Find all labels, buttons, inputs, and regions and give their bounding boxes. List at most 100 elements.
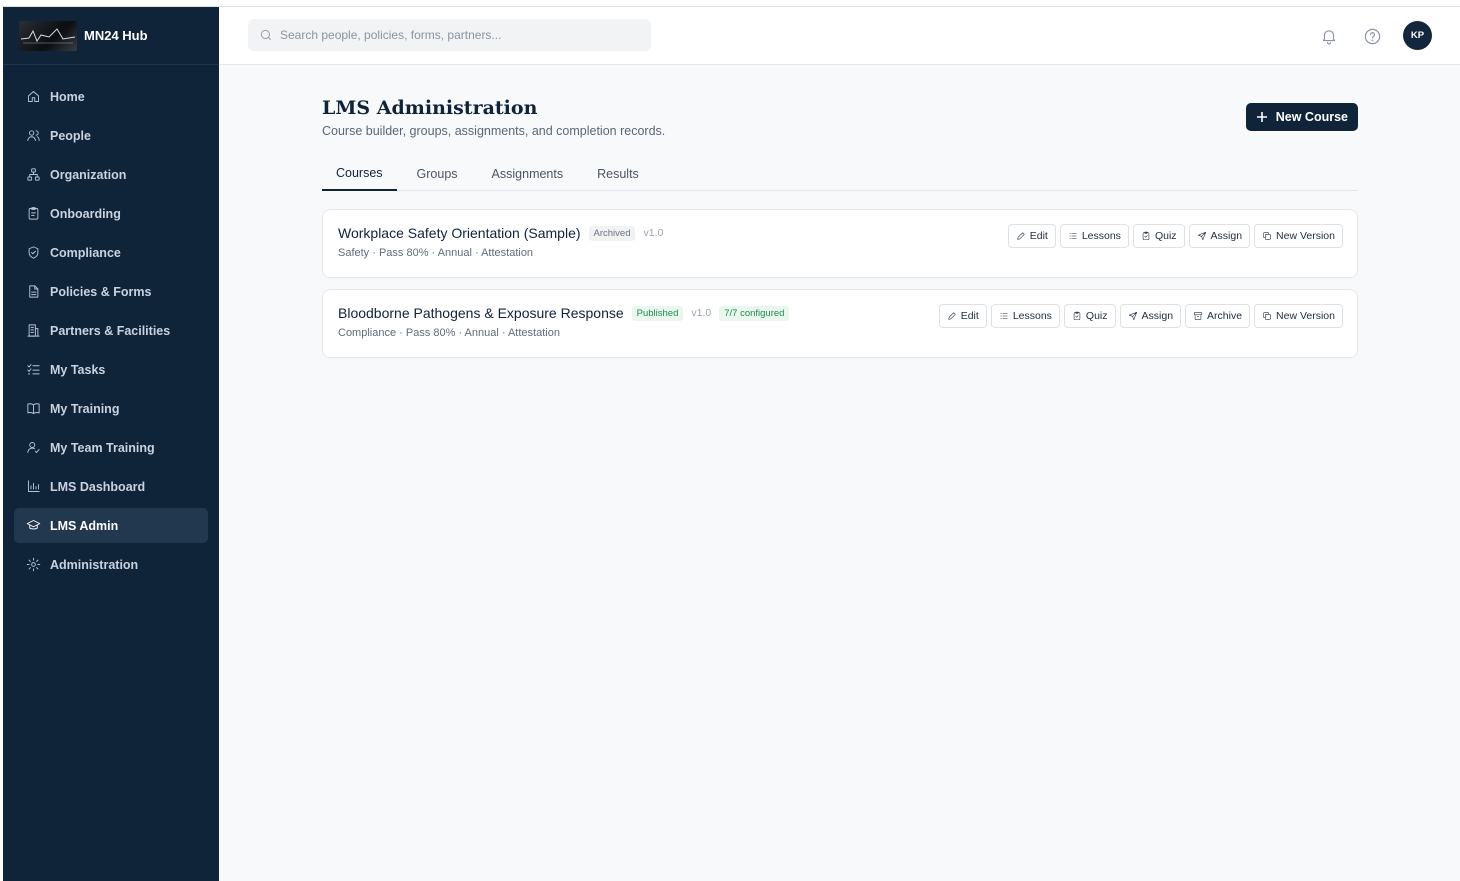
archive-icon	[1193, 312, 1203, 320]
sidebar-nav: Home People Organization Onboarding Complian…	[3, 65, 219, 582]
sidebar-item-my-tasks[interactable]: My Tasks	[14, 352, 208, 387]
brand[interactable]: MN24 Hub	[3, 7, 219, 65]
sidebar-item-label: Home	[50, 89, 85, 104]
home-icon	[25, 89, 41, 105]
action-label: New Version	[1276, 310, 1335, 322]
sidebar-item-lms-admin[interactable]: LMS Admin	[14, 508, 208, 543]
app-window: MN24 Hub Home People Organization Onboardin…	[3, 6, 1460, 881]
plus-icon	[1256, 112, 1267, 122]
sidebar: MN24 Hub Home People Organization Onboardin…	[3, 7, 219, 881]
quiz-button[interactable]: Quiz	[1132, 224, 1185, 248]
lessons-button[interactable]: Lessons	[990, 304, 1060, 328]
list-icon	[1069, 233, 1077, 239]
notifications-button[interactable]	[1319, 26, 1339, 46]
course-actions: Edit Lessons Quiz Assign New Version	[1004, 224, 1343, 248]
shield-icon	[25, 245, 41, 261]
sidebar-item-home[interactable]: Home	[14, 79, 208, 114]
search-box[interactable]	[248, 19, 651, 51]
sidebar-item-label: Partners & Facilities	[50, 323, 171, 338]
action-label: New Version	[1276, 230, 1335, 242]
assign-button[interactable]: Assign	[1188, 224, 1251, 248]
course-title[interactable]: Workplace Safety Orientation (Sample)	[338, 225, 581, 241]
archive-button[interactable]: Archive	[1185, 304, 1251, 328]
course-title-row: Bloodborne Pathogens & Exposure Response…	[338, 305, 790, 321]
sidebar-item-label: My Training	[50, 401, 120, 416]
action-label: Assign	[1141, 310, 1174, 322]
checklist-icon	[25, 362, 41, 378]
action-label: Quiz	[1154, 230, 1177, 242]
lessons-button[interactable]: Lessons	[1059, 224, 1129, 248]
page-title: LMS Administration	[322, 97, 538, 119]
sidebar-item-label: Administration	[50, 557, 139, 572]
edit-icon	[1017, 232, 1025, 240]
brand-logo	[19, 20, 77, 51]
sidebar-item-compliance[interactable]: Compliance	[14, 235, 208, 270]
action-label: Lessons	[1012, 310, 1052, 322]
action-label: Edit	[960, 310, 979, 322]
page-subtitle: Course builder, groups, assignments, and…	[322, 124, 666, 138]
sidebar-item-label: Organization	[50, 167, 127, 182]
sidebar-item-partners-and-facilities[interactable]: Partners & Facilities	[14, 313, 208, 348]
sidebar-item-organization[interactable]: Organization	[14, 157, 208, 192]
tab-bar: Courses Groups Assignments Results	[322, 156, 1358, 191]
new-course-label: New Course	[1275, 110, 1348, 124]
tab-results[interactable]: Results	[583, 156, 653, 191]
help-button[interactable]	[1362, 26, 1382, 46]
copy-icon	[1263, 232, 1271, 240]
edit-icon	[948, 312, 956, 320]
bell-icon	[1322, 30, 1336, 45]
sidebar-item-onboarding[interactable]: Onboarding	[14, 196, 208, 231]
sidebar-item-my-team-training[interactable]: My Team Training	[14, 430, 208, 465]
course-card: Bloodborne Pathogens & Exposure Response…	[322, 289, 1358, 358]
sidebar-item-administration[interactable]: Administration	[14, 547, 208, 582]
version-label: v1.0	[691, 307, 712, 319]
course-title-row: Workplace Safety Orientation (Sample) Arc…	[338, 225, 663, 241]
sidebar-item-policies-and-forms[interactable]: Policies & Forms	[14, 274, 208, 309]
user-avatar[interactable]: KP	[1403, 21, 1432, 50]
copy-icon	[1263, 312, 1271, 320]
gear-icon	[25, 557, 41, 573]
sidebar-item-label: LMS Dashboard	[50, 479, 146, 494]
brand-name: MN24 Hub	[84, 28, 148, 43]
sidebar-item-lms-dashboard[interactable]: LMS Dashboard	[14, 469, 208, 504]
edit-button[interactable]: Edit	[1007, 224, 1056, 248]
page-content: LMS Administration Course builder, group…	[322, 97, 1358, 358]
sidebar-item-my-training[interactable]: My Training	[14, 391, 208, 426]
new-version-button[interactable]: New Version	[1254, 224, 1343, 248]
tab-groups[interactable]: Groups	[403, 156, 472, 191]
send-icon	[1128, 311, 1137, 321]
assign-button[interactable]: Assign	[1119, 304, 1182, 328]
action-label: Archive	[1207, 310, 1243, 322]
document-icon	[25, 284, 41, 300]
course-list: Workplace Safety Orientation (Sample) Arc…	[322, 209, 1358, 358]
tab-assignments[interactable]: Assignments	[478, 156, 578, 191]
new-course-button[interactable]: New Course	[1245, 103, 1358, 131]
help-circle-icon	[1364, 28, 1380, 44]
version-label: v1.0	[643, 227, 664, 239]
clipboard-icon	[25, 206, 41, 222]
sidebar-item-people[interactable]: People	[14, 118, 208, 153]
clipboard-check-icon	[1073, 311, 1081, 321]
building-icon	[25, 323, 41, 339]
sidebar-item-label: Policies & Forms	[50, 284, 152, 299]
book-icon	[25, 401, 41, 417]
config-badge: 7/7 configured	[719, 305, 790, 321]
search-icon	[260, 29, 271, 40]
new-version-button[interactable]: New Version	[1254, 304, 1343, 328]
sidebar-item-label: People	[50, 128, 91, 143]
course-title[interactable]: Bloodborne Pathogens & Exposure Response	[338, 305, 624, 321]
action-label: Lessons	[1081, 230, 1121, 242]
sidebar-item-label: LMS Admin	[50, 518, 119, 533]
course-actions: Edit Lessons Quiz Assign Archive New Version	[935, 304, 1343, 328]
search-input[interactable]	[280, 28, 640, 42]
sidebar-item-label: My Tasks	[50, 362, 106, 377]
quiz-button[interactable]: Quiz	[1063, 304, 1116, 328]
people-icon	[25, 128, 41, 144]
course-card: Workplace Safety Orientation (Sample) Arc…	[322, 209, 1358, 278]
tab-courses[interactable]: Courses	[322, 156, 397, 191]
status-badge: Archived	[588, 225, 636, 241]
list-icon	[1000, 313, 1008, 319]
action-label: Quiz	[1085, 310, 1108, 322]
sidebar-item-label: My Team Training	[50, 440, 155, 455]
edit-button[interactable]: Edit	[938, 304, 987, 328]
